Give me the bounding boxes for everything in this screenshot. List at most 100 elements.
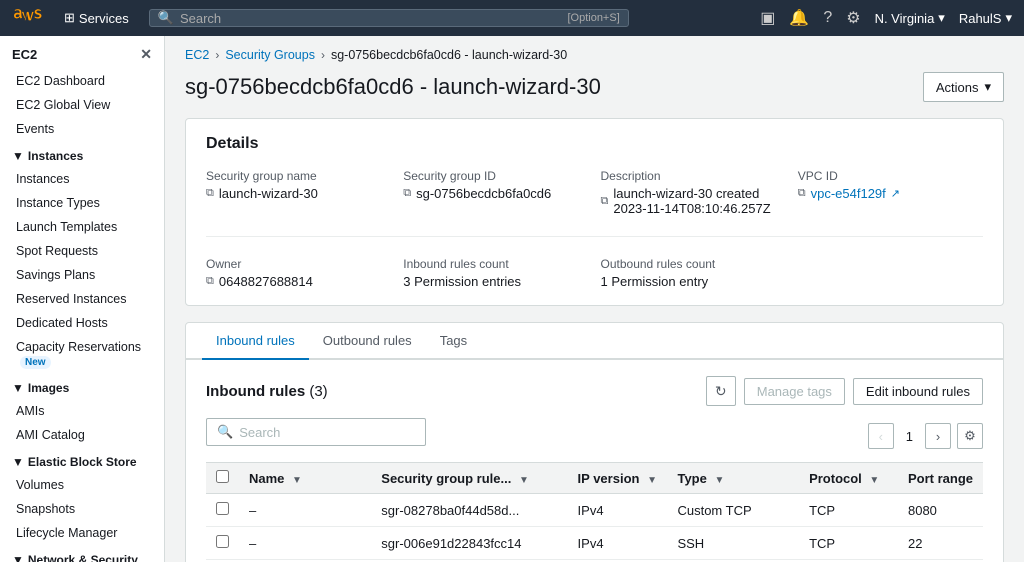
- user-menu[interactable]: RahulS ▾: [959, 10, 1012, 26]
- col-header-rule[interactable]: Security group rule... ▼: [371, 463, 567, 494]
- detail-description: Description ⧉ launch-wizard-30 created 2…: [601, 169, 786, 216]
- search-input[interactable]: [180, 11, 562, 26]
- copy-icon[interactable]: ⧉: [601, 195, 609, 208]
- sidebar-section-ebs[interactable]: ▼ Elastic Block Store: [0, 447, 164, 473]
- next-page-button[interactable]: ›: [925, 423, 951, 449]
- inbound-rules-panel: Inbound rules (3) ↻ Manage tags Edit inb…: [185, 360, 1004, 562]
- sidebar-item-ami-catalog[interactable]: AMI Catalog: [0, 423, 164, 447]
- help-icon[interactable]: ?: [823, 9, 832, 27]
- table-row: – sgr-006e91d22843fcc14 IPv4 SSH TCP 22: [206, 527, 983, 560]
- sidebar-item-volumes[interactable]: Volumes: [0, 473, 164, 497]
- tab-inbound-rules[interactable]: Inbound rules: [202, 323, 309, 360]
- sidebar-item-spot-requests[interactable]: Spot Requests: [0, 239, 164, 263]
- page-header: sg-0756becdcb6fa0cd6 - launch-wizard-30 …: [185, 72, 1004, 102]
- col-header-protocol[interactable]: Protocol ▼: [799, 463, 898, 494]
- actions-button[interactable]: Actions ▾: [923, 72, 1004, 102]
- sidebar-item-instances[interactable]: Instances: [0, 167, 164, 191]
- detail-security-group-id: Security group ID ⧉ sg-0756becdcb6fa0cd6: [403, 169, 588, 216]
- detail-outbound-rules-count: Outbound rules count 1 Permission entry: [601, 257, 786, 289]
- row-checkbox[interactable]: [216, 502, 229, 515]
- detail-owner: Owner ⧉ 0648827688814: [206, 257, 391, 289]
- copy-icon[interactable]: ⧉: [403, 187, 411, 200]
- copy-icon[interactable]: ⧉: [798, 187, 806, 200]
- row-rule-id: sgr-006e91d22843fcc14: [371, 527, 567, 560]
- manage-tags-button[interactable]: Manage tags: [744, 378, 845, 405]
- sidebar: EC2 ✕ EC2 Dashboard EC2 Global View Even…: [0, 36, 165, 562]
- region-selector[interactable]: N. Virginia ▾: [875, 10, 945, 26]
- cloud-icon[interactable]: ▣: [760, 8, 775, 28]
- refresh-button[interactable]: ↻: [706, 376, 736, 406]
- prev-page-button[interactable]: ‹: [868, 423, 894, 449]
- settings-icon[interactable]: ⚙: [846, 8, 860, 28]
- search-icon: 🔍: [217, 424, 233, 440]
- rules-actions: ↻ Manage tags Edit inbound rules: [706, 376, 983, 406]
- sidebar-item-reserved-instances[interactable]: Reserved Instances: [0, 287, 164, 311]
- external-link-icon[interactable]: ↗: [891, 187, 900, 200]
- search-input[interactable]: [239, 425, 415, 440]
- main-content: EC2 › Security Groups › sg-0756becdcb6fa…: [165, 36, 1024, 562]
- services-menu[interactable]: ⊞ Services: [56, 6, 137, 30]
- copy-icon[interactable]: ⧉: [206, 187, 214, 200]
- chevron-icon: ▼: [12, 149, 24, 163]
- aws-logo[interactable]: [12, 8, 44, 28]
- copy-icon[interactable]: ⧉: [206, 275, 214, 288]
- sidebar-item-lifecycle-manager[interactable]: Lifecycle Manager: [0, 521, 164, 545]
- chevron-down-icon: ▾: [984, 79, 991, 95]
- sidebar-header: EC2 ✕: [0, 36, 164, 69]
- detail-security-group-name: Security group name ⧉ launch-wizard-30: [206, 169, 391, 216]
- row-port: 22: [898, 527, 983, 560]
- details-card-title: Details: [206, 135, 983, 153]
- detail-inbound-rules-count: Inbound rules count 3 Permission entries: [403, 257, 588, 289]
- bell-icon[interactable]: 🔔: [789, 8, 809, 28]
- page-settings-button[interactable]: ⚙: [957, 423, 983, 449]
- row-type: Custom TCP: [667, 494, 799, 527]
- table-header-row: Name ▼ Security group rule... ▼ IP versi…: [206, 463, 983, 494]
- sidebar-item-ec2-dashboard[interactable]: EC2 Dashboard: [0, 69, 164, 93]
- sidebar-item-launch-templates[interactable]: Launch Templates: [0, 215, 164, 239]
- row-checkbox[interactable]: [216, 535, 229, 548]
- breadcrumb-security-groups[interactable]: Security Groups: [225, 48, 315, 62]
- nav-right: ▣ 🔔 ? ⚙ N. Virginia ▾ RahulS ▾: [760, 8, 1012, 28]
- tabs: Inbound rules Outbound rules Tags: [185, 322, 1004, 360]
- vpc-link[interactable]: vpc-e54f129f: [811, 186, 886, 201]
- page-title: sg-0756becdcb6fa0cd6 - launch-wizard-30: [185, 74, 601, 100]
- sidebar-item-events[interactable]: Events: [0, 117, 164, 141]
- sidebar-close-button[interactable]: ✕: [140, 46, 152, 63]
- table-row: – sgr-08278ba0f44d58d... IPv4 Custom TCP…: [206, 494, 983, 527]
- sidebar-section-instances[interactable]: ▼ Instances: [0, 141, 164, 167]
- breadcrumb-current: sg-0756becdcb6fa0cd6 - launch-wizard-30: [331, 48, 567, 62]
- sidebar-item-savings-plans[interactable]: Savings Plans: [0, 263, 164, 287]
- sidebar-item-ec2-global-view[interactable]: EC2 Global View: [0, 93, 164, 117]
- details-divider: [206, 236, 983, 237]
- sort-icon: ▼: [714, 475, 724, 486]
- sidebar-section-network-security[interactable]: ▼ Network & Security: [0, 545, 164, 562]
- sidebar-item-amis[interactable]: AMIs: [0, 399, 164, 423]
- search-icon: 🔍: [158, 10, 174, 26]
- sidebar-item-snapshots[interactable]: Snapshots: [0, 497, 164, 521]
- pagination: ‹ 1 › ⚙: [868, 423, 983, 449]
- col-header-type[interactable]: Type ▼: [667, 463, 799, 494]
- search-bar[interactable]: 🔍 [Option+S]: [149, 9, 629, 27]
- col-header-check: [206, 463, 239, 494]
- app-layout: EC2 ✕ EC2 Dashboard EC2 Global View Even…: [0, 0, 1024, 562]
- chevron-icon: ▼: [12, 381, 24, 395]
- row-name: –: [239, 494, 371, 527]
- select-all-checkbox[interactable]: [216, 470, 229, 483]
- sidebar-item-dedicated-hosts[interactable]: Dedicated Hosts: [0, 311, 164, 335]
- detail-vpc-id: VPC ID ⧉ vpc-e54f129f ↗: [798, 169, 983, 216]
- col-header-name[interactable]: Name ▼: [239, 463, 371, 494]
- tab-tags[interactable]: Tags: [426, 323, 481, 360]
- tab-outbound-rules[interactable]: Outbound rules: [309, 323, 426, 360]
- row-port: 8080: [898, 494, 983, 527]
- breadcrumb-ec2[interactable]: EC2: [185, 48, 209, 62]
- edit-inbound-rules-button[interactable]: Edit inbound rules: [853, 378, 983, 405]
- sidebar-section-images[interactable]: ▼ Images: [0, 373, 164, 399]
- row-ip-version: IPv4: [568, 494, 668, 527]
- col-header-ipversion[interactable]: IP version ▼: [568, 463, 668, 494]
- search-filter-row: 🔍 ‹ 1 › ⚙: [206, 418, 983, 454]
- breadcrumb: EC2 › Security Groups › sg-0756becdcb6fa…: [185, 48, 1004, 62]
- row-protocol: TCP: [799, 527, 898, 560]
- sidebar-item-capacity-reservations[interactable]: Capacity Reservations New: [0, 335, 164, 373]
- sidebar-item-instance-types[interactable]: Instance Types: [0, 191, 164, 215]
- chevron-icon: ▼: [12, 553, 24, 562]
